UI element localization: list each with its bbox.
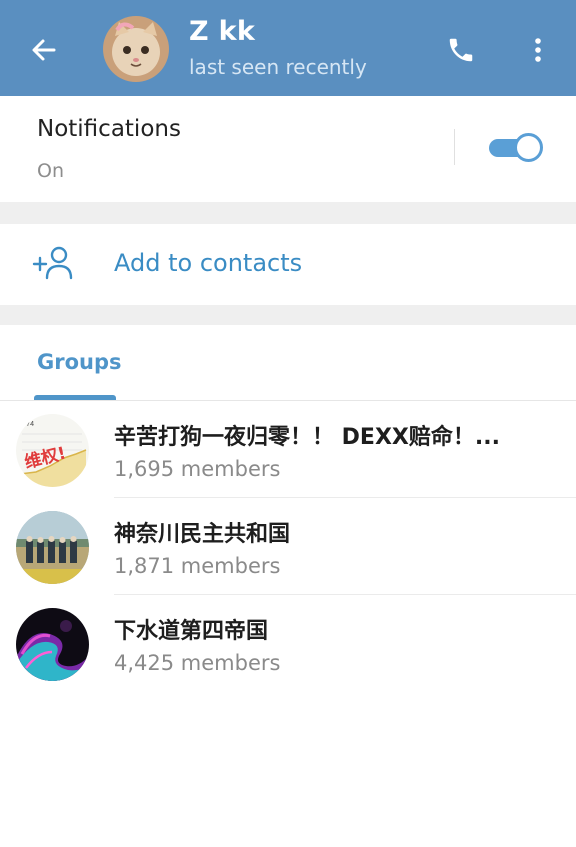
group-member-count: 4,425 members <box>114 651 281 675</box>
list-item[interactable]: 神奈川民主共和国 1,871 members <box>0 498 576 595</box>
group-name: 神奈川民主共和国 <box>114 522 291 547</box>
group-name: 辛苦打狗一夜归零！！ DEXX赔命！... <box>114 425 500 450</box>
group-photo-image <box>16 511 89 584</box>
group-member-count: 1,871 members <box>114 554 281 578</box>
section-spacer <box>0 305 576 325</box>
groups-section: Groups Z 74 维权! 辛苦打狗一夜归零！！ DEXX赔命！... 1,… <box>0 325 576 847</box>
add-to-contacts-label: Add to contacts <box>114 249 303 277</box>
avatar[interactable] <box>103 16 169 82</box>
call-button[interactable] <box>444 32 478 68</box>
group-name: 下水道第四帝国 <box>114 619 269 644</box>
back-button[interactable] <box>26 32 62 68</box>
group-avatar <box>16 608 89 681</box>
wave-avatar-image <box>16 608 89 681</box>
contact-name: Z kk <box>189 16 256 47</box>
phone-icon <box>449 38 473 62</box>
list-item[interactable]: 下水道第四帝国 4,425 members <box>0 595 576 692</box>
chat-header: Z kk last seen recently <box>0 0 576 96</box>
tab-groups[interactable]: Groups <box>37 350 122 374</box>
back-arrow-icon <box>32 39 56 61</box>
list-item[interactable]: Z 74 维权! 辛苦打狗一夜归零！！ DEXX赔命！... 1,695 mem… <box>0 401 576 498</box>
chart-avatar-image: Z 74 维权! <box>16 414 89 487</box>
group-member-count: 1,695 members <box>114 457 281 481</box>
notifications-label: Notifications <box>37 116 181 142</box>
svg-text:Z 74: Z 74 <box>20 421 34 428</box>
notifications-value: On <box>37 160 64 182</box>
add-to-contacts-button[interactable]: Add to contacts <box>0 224 576 305</box>
group-avatar: Z 74 维权! <box>16 414 89 487</box>
divider <box>454 129 455 165</box>
add-person-icon <box>32 246 73 280</box>
notifications-row[interactable]: Notifications On <box>0 96 576 202</box>
more-vertical-icon <box>535 38 541 62</box>
group-avatar <box>16 511 89 584</box>
last-seen-status: last seen recently <box>189 55 367 79</box>
more-options-button[interactable] <box>524 32 552 68</box>
section-spacer <box>0 202 576 224</box>
toggle-knob <box>514 133 543 162</box>
notifications-toggle[interactable] <box>487 133 543 163</box>
cat-avatar-image <box>103 16 169 82</box>
